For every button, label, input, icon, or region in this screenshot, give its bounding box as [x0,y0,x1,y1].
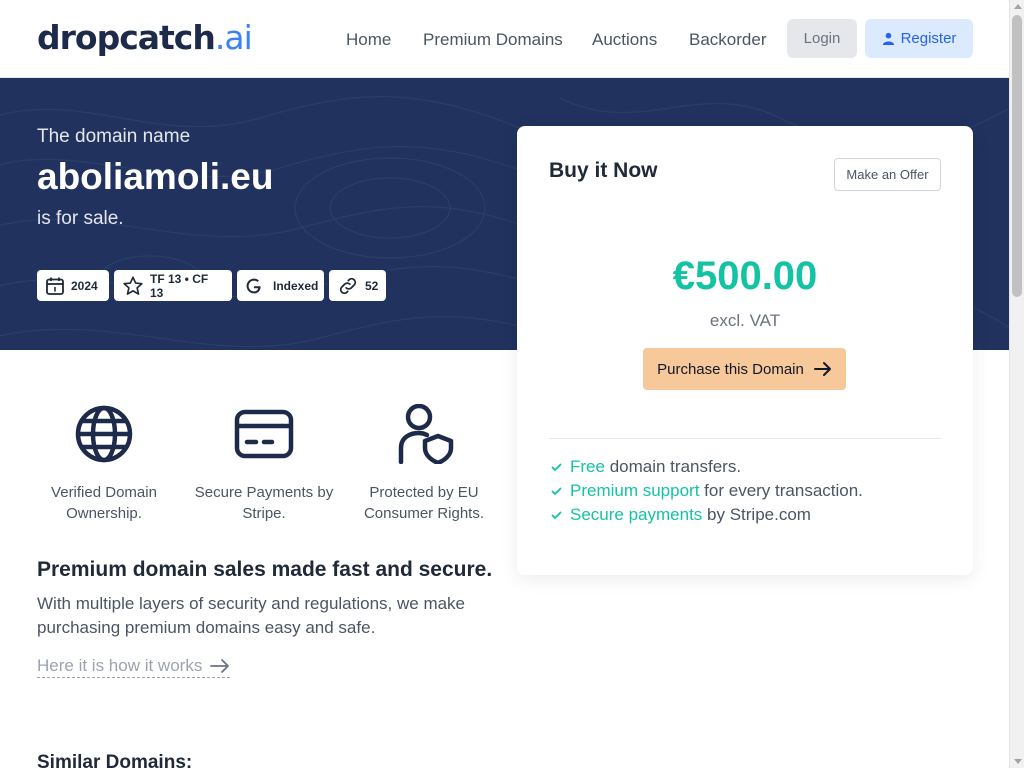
domain-name: aboliamoli.eu [37,156,274,197]
feature-item: Premium support for every transaction. [551,481,863,501]
logo-ai: ai [224,18,252,57]
vat-note: excl. VAT [709,311,781,330]
for-sale-text: is for sale. [37,208,124,229]
scroll-down-arrow[interactable] [1014,759,1022,764]
feature-text: by Stripe.com [707,505,811,524]
feature-text: domain transfers. [609,457,742,476]
credit-card-icon [234,409,294,459]
globe-icon [75,405,133,463]
price: €500.00 [672,254,818,298]
card-title: Buy it Now [549,159,658,182]
check-icon [551,463,562,472]
feature-item: Free domain transfers. [551,457,741,477]
trust-flow-badge: TF 13 • CF 13 [114,270,232,301]
site-header: dropcatch.ai Home Premium Domains Auctio… [0,0,1009,78]
buy-now-card: Buy it Now Make an Offer €500.00 excl. V… [517,126,973,575]
similar-domains-heading: Similar Domains: [37,752,193,768]
nav-home[interactable]: Home [346,30,391,50]
scroll-thumb[interactable] [1012,15,1022,297]
logo-main: dropcatch [37,18,216,57]
trust-label-line2: Ownership. [66,505,142,522]
year-badge: 2024 [37,270,109,301]
logo[interactable]: dropcatch.ai [37,18,253,58]
nav-auctions[interactable]: Auctions [592,30,657,50]
feature-text: for every transaction. [704,481,863,500]
trust-eu-protection: Protected by EU Consumer Rights. [349,404,499,524]
purchase-domain-button[interactable]: Purchase this Domain [643,348,846,390]
how-it-works-label: Here it is how it works [37,656,203,675]
trust-verified-ownership: Verified Domain Ownership. [29,404,179,524]
scrollbar[interactable] [1009,0,1024,768]
trust-secure-payments: Secure Payments by Stripe. [189,404,339,524]
login-label: Login [803,30,841,47]
trust-label-line1: Protected by EU [369,484,479,501]
scroll-up-arrow[interactable] [1014,4,1022,9]
google-icon [246,278,261,293]
section-title: Premium domain sales made fast and secur… [37,558,493,581]
register-label: Register [900,30,957,47]
login-button[interactable]: Login [787,19,857,58]
make-offer-label: Make an Offer [846,167,929,182]
trust-label-line1: Secure Payments by [194,484,334,501]
nav-premium-domains[interactable]: Premium Domains [423,30,563,50]
trust-label-line1: Verified Domain [51,484,157,501]
backlinks-badge: 52 [329,270,386,301]
link-icon [339,277,357,294]
purchase-label: Purchase this Domain [657,360,804,378]
feature-highlight: Free [570,457,605,476]
arrow-right-icon [210,659,230,673]
year-value: 2024 [71,278,98,293]
star-icon [123,275,143,295]
card-divider [549,438,941,439]
google-indexed-badge: Indexed [237,270,324,301]
feature-item: Secure payments by Stripe.com [551,505,811,525]
hero-intro: The domain name [37,126,191,147]
how-it-works-link[interactable]: Here it is how it works [37,656,231,678]
nav-backorder[interactable]: Backorder [689,30,766,50]
calendar-icon [46,277,64,295]
arrow-right-icon [813,362,831,376]
register-button[interactable]: Register [865,19,973,58]
section-text: With multiple layers of security and reg… [37,594,466,637]
trust-label-line2: Stripe. [242,505,286,522]
feature-highlight: Secure payments [570,505,703,524]
user-icon [882,32,894,45]
user-shield-icon [398,404,454,464]
check-icon [551,511,562,520]
make-offer-button[interactable]: Make an Offer [834,158,941,191]
trust-flow-value: TF 13 • CF 13 [150,271,209,300]
check-icon [551,487,562,496]
backlinks-value: 52 [365,278,379,293]
trust-label-line2: Consumer Rights. [363,505,485,522]
google-indexed-value: Indexed [273,278,319,293]
logo-dot: . [214,18,225,57]
feature-highlight: Premium support [570,481,700,500]
